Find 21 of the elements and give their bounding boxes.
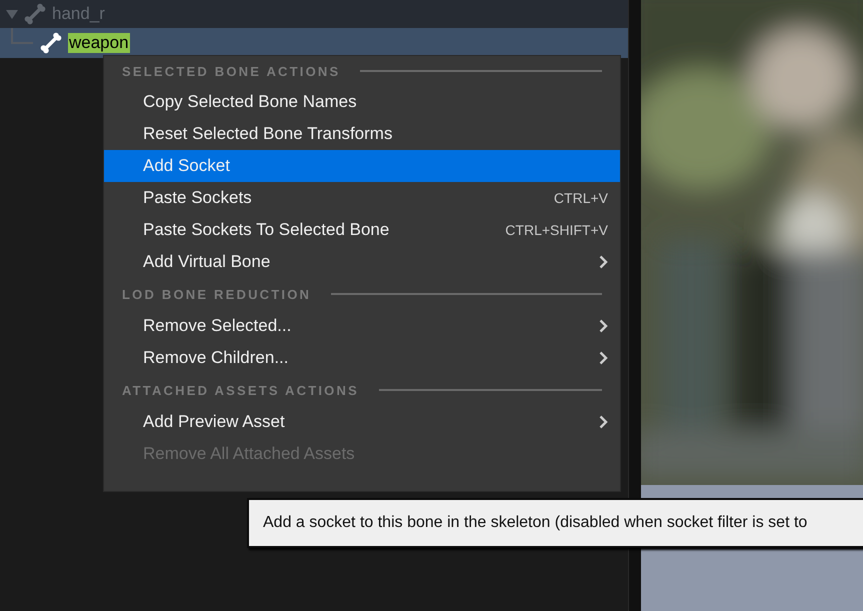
menu-item[interactable]: Add Socket — [104, 150, 620, 182]
menu-item[interactable]: Add Preview Asset — [104, 406, 620, 438]
menu-item[interactable]: Remove Children... — [104, 342, 620, 374]
menu-item[interactable]: Reset Selected Bone Transforms — [104, 118, 620, 150]
bone-name: hand_r — [52, 4, 105, 24]
menu-item[interactable]: Paste Sockets CTRL+V — [104, 182, 620, 214]
menu-item[interactable]: Add Virtual Bone — [104, 246, 620, 278]
shortcut-text: CTRL+SHIFT+V — [505, 222, 608, 238]
menu-item[interactable]: Remove Selected... — [104, 310, 620, 342]
bone-icon — [24, 3, 46, 25]
tree-row[interactable]: weapon — [0, 28, 628, 58]
bone-name: weapon — [68, 33, 130, 53]
section-heading: ATTACHED ASSETS ACTIONS — [122, 382, 359, 398]
menu-item[interactable]: Paste Sockets To Selected Bone CTRL+SHIFT+V — [104, 214, 620, 246]
tooltip-text: Add a socket to this bone in the skeleton (disabled when socket filter is set to — [263, 514, 808, 532]
tree-connector-line — [11, 28, 33, 44]
shortcut-text: CTRL+V — [554, 190, 608, 206]
menu-item[interactable]: Copy Selected Bone Names — [104, 86, 620, 118]
section-heading: LOD BONE REDUCTION — [122, 286, 312, 302]
section-heading: SELECTED BONE ACTIONS — [122, 64, 340, 78]
bone-icon — [40, 32, 62, 54]
